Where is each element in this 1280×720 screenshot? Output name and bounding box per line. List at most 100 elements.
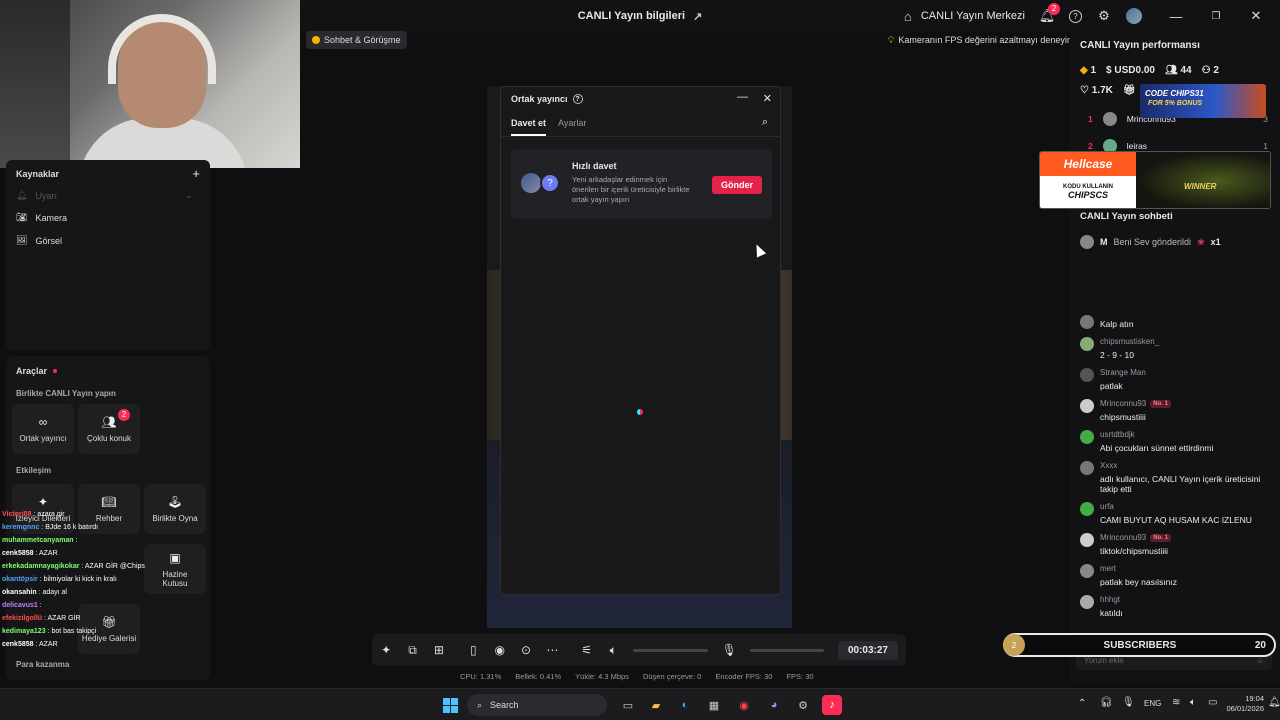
chat-heading: CANLI Yayın sohbeti [1080,211,1173,222]
tiktok-live-studio-icon[interactable]: ♪ [822,695,842,715]
source-label: Uyarı [35,190,57,201]
close-icon[interactable]: ✕ [1248,8,1264,24]
notification-center-icon[interactable]: 🔔︎ [1268,697,1280,708]
close-modal-icon[interactable]: ✕ [763,92,772,105]
minimize-modal-icon[interactable]: — [737,91,748,103]
windows-start-icon[interactable] [440,695,460,715]
live-center-button[interactable]: ⌂ CANLI Yayın Merkezi [900,8,1025,24]
tab-divider [501,136,780,137]
source-item-alert[interactable]: 🔔︎ Uyarı ⌄ [16,190,193,201]
taskbar-clock[interactable]: 19:04 06/01/2026 [1222,694,1264,714]
chat-message[interactable]: Strange Man patlak [1080,368,1275,391]
upload-stat: Yükle: 4.3 Mbps [575,672,629,681]
avatar [1080,315,1094,329]
chat-mode-chip[interactable]: Sohbet & Görüşme [306,31,407,49]
lootbox-promo-banner[interactable]: CODE CHIPS31 FOR 5% BONUS [1140,84,1266,118]
overlay-chat-row: erkekadamnayagikokar : AZAR GİR @Chips [2,560,202,573]
store-icon[interactable]: ▦ [704,695,724,715]
taskbar-search[interactable]: ⌕ Search [467,694,607,716]
profile-avatar[interactable] [1126,8,1142,24]
overlay-chat-row: muhammetcanyaman : [2,534,202,547]
tab-settings[interactable]: Ayarlar [558,118,586,128]
notifications-button[interactable]: 🔔︎ 2 [1039,3,1060,24]
overlay-chat-user: erkekadamnayagikokar [2,563,80,570]
more-icon[interactable]: ⋯ [546,643,558,657]
help-icon[interactable]: ? [1069,9,1082,23]
hellcase-promo-banner[interactable]: Hellcase KODU KULLANIN CHIPSCS WINNER [1039,151,1271,209]
volume-slider[interactable] [633,648,708,652]
tab-invite[interactable]: Davet et [511,118,547,136]
effects-icon[interactable]: ⧉ [406,643,418,658]
cohost-tile[interactable]: ∞ Ortak yayıncı [12,404,74,454]
task-view-icon[interactable]: ▭ [618,695,638,715]
heart-icon: ♡ [1080,85,1089,96]
cpu-stat: CPU: 1.31% [460,672,502,681]
sliders-icon[interactable]: ⚟ [581,643,593,657]
chat-message[interactable]: mert patlak bey nasılsınız [1080,564,1275,587]
quick-invite-title: Hızlı davet [572,161,617,171]
source-item-camera[interactable]: 📷︎ Kamera [16,212,67,223]
speaker-icon[interactable]: 🔈︎ [607,643,619,658]
mic-slider[interactable] [749,648,824,652]
volume-icon[interactable]: 🔈︎ [1190,697,1196,708]
search-icon[interactable]: ⌕ [762,116,768,129]
multi-guest-tile[interactable]: 👥︎ Çoklu konuk 2 [78,404,140,454]
phone-icon[interactable]: ▯ [467,643,479,657]
overlay-chat-row: okansahin : adayı al [2,586,202,599]
chat-message[interactable]: Mrinconnu93 No. 1 tiktok/chipsmustiiii [1080,533,1275,556]
chat-message[interactable]: Kalp atın [1080,315,1275,329]
layout-icon[interactable]: ⊞ [433,643,445,657]
source-label: Görsel [35,235,62,246]
chat-message[interactable]: urfa CAMI BUYUT AQ HUSAM KAC IZLENU [1080,502,1275,525]
overlay-chat-user: cenk5858 [2,550,34,557]
tools-header: Araçlar [16,366,58,376]
chat-text: Abi çocukları sünnet ettirdinmi [1100,443,1214,453]
avatar [1080,502,1094,516]
chat-message-body: Mrinconnu93 No. 1 chipsmustiiii [1100,399,1171,422]
usd-value: USD0.00 [1114,65,1155,76]
users-icon: 👥︎ [101,415,117,429]
minimize-icon[interactable]: — [1168,8,1184,24]
info-icon[interactable]: ? [572,94,583,104]
wifi-icon[interactable]: ≋ [1172,697,1180,708]
search-icon: ⌕ [477,699,483,710]
record-icon[interactable]: ◉ [494,643,506,657]
chat-user-row: usrtdtbdjk [1100,430,1213,439]
language-indicator[interactable]: ENG [1144,699,1161,708]
file-explorer-icon[interactable]: ▰ [646,695,666,715]
send-button[interactable]: Gönder [712,176,763,194]
microphone-icon[interactable]: 🎙︎ [722,643,737,657]
headset-icon[interactable]: 🎧︎ [1100,697,1113,708]
chrome-icon[interactable]: ◉ [734,695,754,715]
add-source-icon[interactable]: + [192,167,200,180]
avatar [1080,595,1094,609]
chat-username: usrtdtbdjk [1100,430,1135,439]
discord-icon[interactable]: ◕ [764,695,784,715]
chat-message[interactable]: hhhgt katıldı [1080,595,1275,618]
hellcase-art: WINNER [1136,152,1270,208]
webcam-headphones [108,14,216,84]
avatar [1080,337,1094,351]
chat-message[interactable]: Mrinconnu93 No. 1 chipsmustiiii [1080,399,1275,422]
chat-message[interactable]: usrtdtbdjk Abi çocukları sünnet ettirdinm… [1080,430,1275,453]
edge-icon[interactable]: ◐ [675,695,695,715]
maximize-icon[interactable]: ❐ [1208,8,1224,24]
source-item-image[interactable]: 🖼︎ Görsel [16,235,62,246]
rank-position: 1 [1088,114,1093,124]
settings-icon[interactable]: ⚙ [1096,8,1112,24]
taskbar-time: 19:04 [1245,694,1264,703]
memory-stat: Bellek: 0.41% [515,672,562,681]
settings-icon[interactable]: ⚙ [793,695,813,715]
title-bar-controls: ⌂ CANLI Yayın Merkezi 🔔︎ 2 ? ⚙ — ❐ ✕ [900,0,1280,32]
battery-icon[interactable]: ▭ [1208,697,1217,708]
chevron-up-icon[interactable]: ⌃ [1078,698,1086,709]
magic-wand-icon[interactable]: ✦ [380,643,392,657]
overlay-chat-separator: : [73,537,78,544]
capture-icon[interactable]: ⊙ [520,643,532,657]
cohost-modal: Ortak yayıncı ? — ✕ Davet et Ayarlar ⌕ ?… [500,86,781,595]
source-label: Kamera [35,212,67,223]
chat-message[interactable]: Xxxx adlı kullanıcı, CANLI Yayın içerik ü… [1080,461,1275,494]
microphone-icon[interactable]: 🎙︎ [1122,697,1135,708]
chat-message[interactable]: chipsmustisken_ 2 - 9 - 10 [1080,337,1275,360]
gift-wish-icon: ✦ [37,495,49,509]
